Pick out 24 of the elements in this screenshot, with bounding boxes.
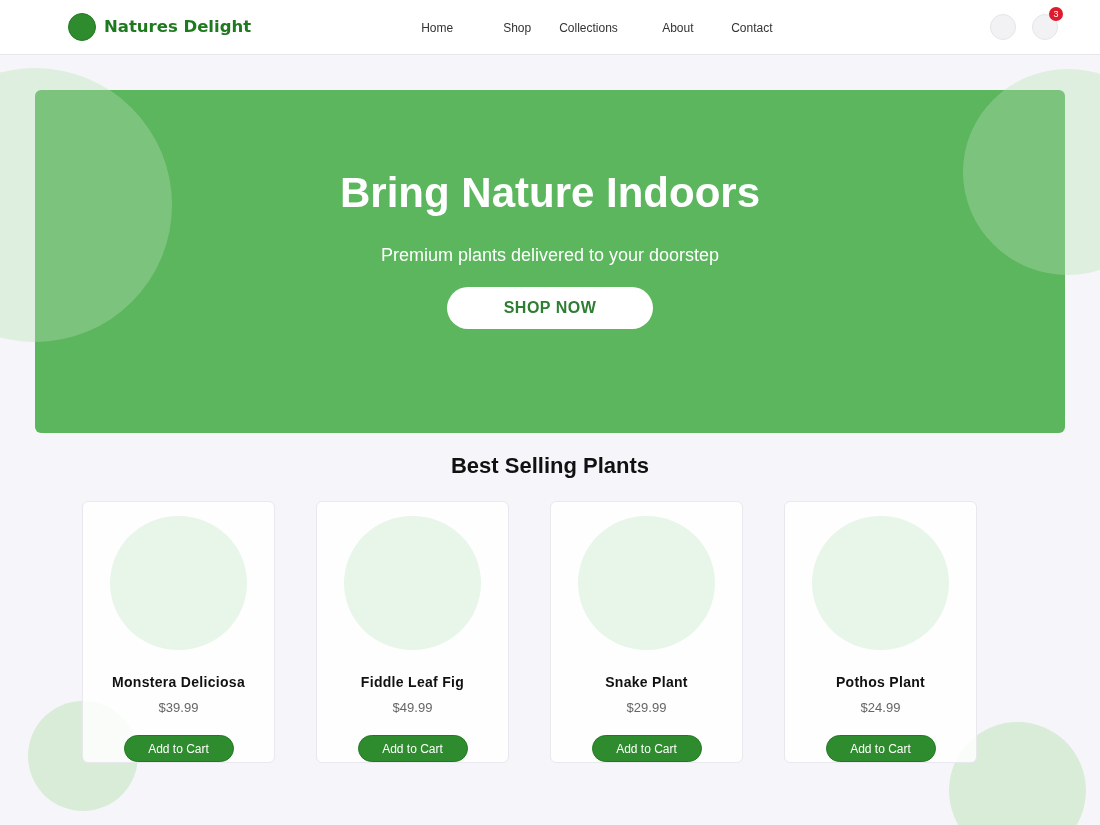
hero-title: Bring Nature Indoors <box>339 168 761 218</box>
add-to-cart-button[interactable]: Add to Cart <box>123 734 234 763</box>
cart-badge: 3 <box>1049 7 1063 21</box>
product-price: $49.99 <box>392 699 433 718</box>
nav-link[interactable]: Collections <box>559 21 618 35</box>
add-to-cart-button[interactable]: Add to Cart <box>591 734 702 763</box>
nav-link[interactable]: About <box>662 21 694 35</box>
product-name: Monstera Deliciosa <box>112 673 245 693</box>
product-price: $29.99 <box>626 699 667 718</box>
add-to-cart-button[interactable]: Add to Cart <box>825 734 936 763</box>
hero-subtitle: Premium plants delivered to your doorstep <box>379 244 721 268</box>
nav-link[interactable]: Shop <box>503 21 532 35</box>
nav-link[interactable]: Home <box>421 21 454 35</box>
section-title: Best Selling Plants <box>450 453 650 480</box>
shop-now-button[interactable]: SHOP NOW <box>447 287 653 330</box>
nav-link[interactable]: Contact <box>731 21 773 35</box>
product-price: $24.99 <box>860 699 901 718</box>
add-to-cart-button[interactable]: Add to Cart <box>357 734 468 763</box>
product-name: Fiddle Leaf Fig <box>360 673 465 693</box>
product-price: $39.99 <box>158 699 199 718</box>
product-name: Pothos Plant <box>835 673 926 693</box>
brand-name[interactable]: Natures Delight <box>104 14 252 40</box>
logo-icon <box>68 13 96 41</box>
product-name: Snake Plant <box>605 673 688 693</box>
